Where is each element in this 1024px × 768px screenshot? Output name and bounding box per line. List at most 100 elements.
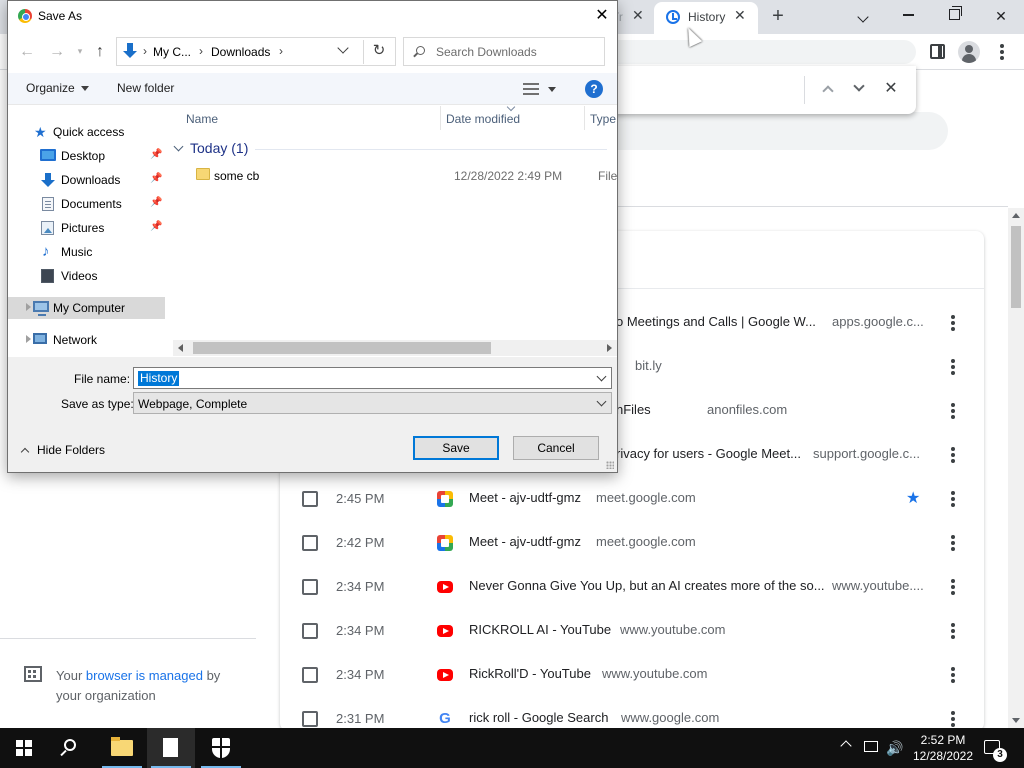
row-title[interactable]: rick roll - Google Search <box>469 710 608 725</box>
row-title[interactable]: Never Gonna Give You Up, but an AI creat… <box>469 578 825 593</box>
row-title[interactable]: nFiles <box>616 402 651 417</box>
file-name-dropdown-icon[interactable] <box>596 371 607 382</box>
nav-my-computer[interactable]: My Computer <box>8 297 165 319</box>
history-row[interactable]: 2:34 PM RickRoll'D - YouTube www.youtube.c… <box>280 653 984 697</box>
back-arrow-icon[interactable]: ← <box>18 43 36 61</box>
expand-arrow-icon[interactable] <box>26 335 31 343</box>
find-close-button[interactable]: ✕ <box>881 78 901 100</box>
row-menu-icon[interactable] <box>951 403 955 419</box>
file-row[interactable]: some cb 12/28/2022 2:49 PM File fo <box>165 164 617 186</box>
managed-link[interactable]: browser is managed <box>86 668 203 683</box>
nav-downloads[interactable]: Downloads 📌 <box>8 169 165 191</box>
minimize-button[interactable] <box>903 14 914 16</box>
save-as-type-dropdown-icon[interactable] <box>596 396 607 407</box>
column-divider[interactable] <box>440 106 441 130</box>
group-header-today[interactable]: Today (1) <box>173 140 248 156</box>
refresh-icon[interactable]: ↻ <box>369 41 389 61</box>
breadcrumb-separator-icon[interactable]: › <box>279 44 283 58</box>
row-menu-icon[interactable] <box>951 579 955 595</box>
scroll-up-arrow-icon[interactable] <box>1012 213 1020 218</box>
breadcrumb-downloads[interactable]: Downloads <box>211 45 270 59</box>
scroll-down-arrow-icon[interactable] <box>1012 718 1020 723</box>
resize-grip-icon[interactable] <box>606 461 614 469</box>
pin-icon[interactable]: 📌 <box>150 197 162 208</box>
chrome-menu-icon[interactable] <box>1000 44 1004 60</box>
find-next-button[interactable] <box>849 78 869 100</box>
view-options-icon[interactable] <box>523 83 539 95</box>
profile-avatar-icon[interactable] <box>958 41 980 63</box>
row-menu-icon[interactable] <box>951 623 955 639</box>
row-menu-icon[interactable] <box>951 667 955 683</box>
tab-history[interactable]: History ✕ <box>654 2 758 34</box>
page-scrollbar[interactable] <box>1008 208 1024 728</box>
forward-arrow-icon[interactable]: → <box>48 43 66 61</box>
find-previous-button[interactable] <box>818 78 838 100</box>
row-menu-icon[interactable] <box>951 447 955 463</box>
taskbar-clock[interactable]: 2:52 PM 12/28/2022 <box>910 732 976 764</box>
column-header-type[interactable]: Type <box>590 112 616 126</box>
row-menu-icon[interactable] <box>951 359 955 375</box>
new-folder-button[interactable]: New folder <box>117 81 174 95</box>
start-button[interactable] <box>0 728 48 768</box>
search-downloads-input[interactable] <box>436 42 596 62</box>
column-divider[interactable] <box>584 106 585 130</box>
horizontal-scrollbar[interactable] <box>173 340 617 356</box>
taskbar-security-app[interactable] <box>197 728 245 768</box>
window-close-button[interactable]: ✕ <box>989 4 1013 28</box>
row-title[interactable]: Meet - ajv-udtf-gmz <box>469 534 581 549</box>
row-title[interactable]: rivacy for users - Google Meet... <box>616 446 801 461</box>
pin-icon[interactable]: 📌 <box>150 221 162 232</box>
row-menu-icon[interactable] <box>951 491 955 507</box>
nav-videos[interactable]: Videos <box>8 265 165 287</box>
history-search-field[interactable] <box>600 112 948 150</box>
history-row[interactable]: 2:34 PM RICKROLL AI - YouTube www.youtube.… <box>280 609 984 653</box>
breadcrumb-separator-icon[interactable]: › <box>143 44 147 58</box>
view-dropdown-icon[interactable] <box>548 87 556 92</box>
row-title[interactable]: RICKROLL AI - YouTube <box>469 622 611 637</box>
tab-previous-close-icon[interactable]: ✕ <box>632 7 644 24</box>
row-checkbox[interactable] <box>302 667 318 683</box>
pin-icon[interactable]: 📌 <box>150 173 162 184</box>
row-menu-icon[interactable] <box>951 711 955 727</box>
row-checkbox[interactable] <box>302 711 318 727</box>
pin-icon[interactable]: 📌 <box>150 149 162 160</box>
row-checkbox[interactable] <box>302 623 318 639</box>
column-header-name[interactable]: Name <box>186 112 218 126</box>
scroll-left-arrow-icon[interactable] <box>178 344 183 352</box>
row-checkbox[interactable] <box>302 579 318 595</box>
volume-icon[interactable]: 🔊 <box>886 740 903 757</box>
side-panel-icon[interactable] <box>930 44 945 59</box>
nav-network[interactable]: Network <box>8 329 165 351</box>
network-status-icon[interactable] <box>864 741 878 752</box>
show-hidden-icons-chevron-icon[interactable] <box>840 740 852 752</box>
nav-pictures[interactable]: Pictures 📌 <box>8 217 165 239</box>
scroll-right-arrow-icon[interactable] <box>607 344 612 352</box>
file-name-value[interactable]: History <box>138 371 180 386</box>
row-checkbox[interactable] <box>302 535 318 551</box>
save-button[interactable]: Save <box>413 436 499 460</box>
row-title[interactable]: RickRoll'D - YouTube <box>469 666 591 681</box>
address-bar[interactable] <box>590 40 916 64</box>
row-title[interactable]: Meet - ajv-udtf-gmz <box>469 490 581 505</box>
taskbar-document-app[interactable] <box>147 728 195 768</box>
cancel-button[interactable]: Cancel <box>513 436 599 460</box>
save-as-type-select[interactable]: Webpage, Complete <box>133 392 612 414</box>
history-row[interactable]: 2:34 PM Never Gonna Give You Up, but an A… <box>280 565 984 609</box>
nav-quick-access[interactable]: ★ Quick access <box>8 121 165 143</box>
taskbar-file-explorer[interactable] <box>98 728 146 768</box>
help-icon[interactable]: ? <box>585 80 603 98</box>
row-menu-icon[interactable] <box>951 315 955 331</box>
expand-arrow-icon[interactable] <box>26 303 31 311</box>
breadcrumb-separator-icon[interactable]: › <box>199 44 203 58</box>
organize-button[interactable]: Organize <box>26 81 89 95</box>
scrollbar-thumb[interactable] <box>1011 226 1021 308</box>
nav-desktop[interactable]: Desktop 📌 <box>8 145 165 167</box>
dialog-address-bar[interactable]: › My C... › Downloads › ↻ <box>116 37 396 66</box>
nav-music[interactable]: ♪ Music <box>8 241 165 263</box>
history-row[interactable]: 2:42 PM Meet - ajv-udtf-gmz meet.google.co… <box>280 521 984 565</box>
address-history-chevron-icon[interactable] <box>337 42 349 54</box>
row-menu-icon[interactable] <box>951 535 955 551</box>
taskbar-search-button[interactable] <box>48 728 96 768</box>
row-title[interactable]: o Meetings and Calls | Google W... <box>616 314 816 329</box>
recent-locations-chevron-icon[interactable]: ▾ <box>71 46 89 57</box>
